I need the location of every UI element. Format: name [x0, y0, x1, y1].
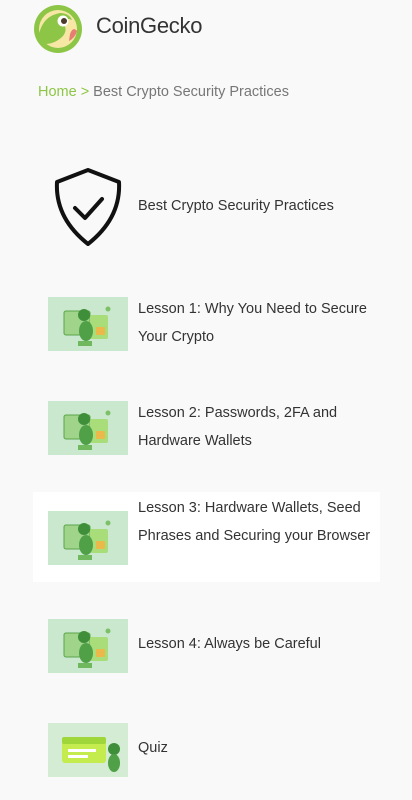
lesson-item-1[interactable]: Lesson 1: Why You Need to Secure Your Cr… [33, 296, 380, 352]
course-title-row[interactable]: Best Crypto Security Practices [33, 166, 380, 248]
gecko-lock-illustration-icon [63, 628, 111, 668]
shield-check-icon [54, 168, 122, 246]
brand-name[interactable]: CoinGecko [96, 13, 202, 39]
course-title: Best Crypto Security Practices [138, 198, 334, 214]
lesson-label: Lesson 1: Why You Need to Secure Your Cr… [138, 301, 367, 345]
lesson-item-4[interactable]: Lesson 4: Always be Careful [33, 618, 380, 674]
lesson-thumbnail [48, 297, 128, 351]
lesson-label: Lesson 2: Passwords, 2FA and Hardware Wa… [138, 405, 338, 449]
quiz-card-illustration-icon [62, 737, 120, 772]
gecko-lock-illustration-icon [63, 410, 111, 450]
coingecko-logo-icon[interactable] [33, 4, 83, 54]
breadcrumb-home-link[interactable]: Home [38, 84, 77, 100]
quiz-label: Quiz [138, 740, 168, 756]
lesson-label: Lesson 4: Always be Careful [138, 636, 321, 652]
lesson-item-3[interactable]: Lesson 3: Hardware Wallets, Seed Phrases… [33, 492, 380, 582]
lesson-label: Lesson 3: Hardware Wallets, Seed Phrases… [138, 500, 371, 544]
gecko-lock-illustration-icon [63, 520, 111, 560]
breadcrumb-current: Best Crypto Security Practices [93, 84, 289, 100]
lesson-item-2[interactable]: Lesson 2: Passwords, 2FA and Hardware Wa… [33, 400, 380, 456]
lesson-thumbnail [48, 511, 128, 565]
breadcrumb: Home > Best Crypto Security Practices [38, 84, 289, 100]
quiz-item[interactable]: Quiz [33, 722, 380, 778]
quiz-thumbnail [48, 723, 128, 777]
top-header: CoinGecko [0, 0, 412, 56]
breadcrumb-separator: > [80, 84, 90, 100]
lesson-thumbnail [48, 619, 128, 673]
gecko-lock-illustration-icon [63, 306, 111, 346]
lesson-thumbnail [48, 401, 128, 455]
